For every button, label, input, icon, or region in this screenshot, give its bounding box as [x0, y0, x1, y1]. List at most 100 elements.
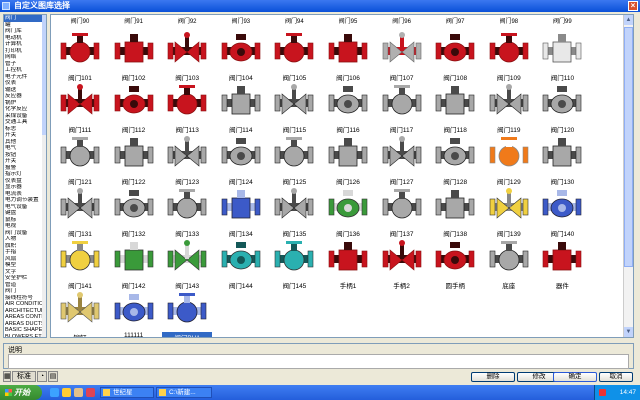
- bottom-toolbar: ▦ 标准 ◔ ▤: [3, 371, 67, 382]
- gallery-item[interactable]: 手柄2: [377, 237, 427, 293]
- category-item[interactable]: BASIC SHAPES: [4, 327, 46, 334]
- desktop-icon[interactable]: [74, 388, 83, 397]
- gallery-item[interactable]: 手柄1: [323, 237, 373, 293]
- gallery-item[interactable]: 阀门142: [109, 237, 159, 293]
- grey-y-valve-icon: [167, 189, 207, 219]
- gallery-item[interactable]: 阀门117: [377, 81, 427, 137]
- gallery-item[interactable]: 阀门114: [216, 81, 266, 137]
- ie-icon[interactable]: [50, 388, 59, 397]
- gallery-item[interactable]: 阀门139: [484, 185, 534, 241]
- teal-valve-icon: [275, 241, 314, 271]
- symbol-gallery[interactable]: 阀门90 阀门91 阀门92 阀门93 阀门94 阀门95 阀门96 阀门97 阀门98 阀门99…: [50, 14, 634, 338]
- ok-button[interactable]: 确定: [553, 372, 597, 382]
- start-button[interactable]: 开始: [0, 385, 42, 400]
- red-cross-valve-icon: [167, 85, 207, 115]
- red-handle-icon: [328, 242, 368, 271]
- gallery-item[interactable]: 阀门122: [109, 133, 159, 189]
- gallery-item[interactable]: 阀门137: [377, 185, 427, 241]
- category-list[interactable]: 阀门罐阀门库 电动机 计算机 打印机 网络 管子 工控机 电子元件 仪表 输送 反应器 锅炉 化学反应采…: [3, 14, 47, 338]
- gallery-item[interactable]: 阀门123: [162, 133, 212, 189]
- gallery-item[interactable]: 阀门105: [269, 29, 319, 85]
- gallery-item[interactable]: 阀门104: [216, 29, 266, 85]
- windows-logo-icon: [5, 389, 12, 396]
- standard-button[interactable]: 标准: [12, 371, 36, 382]
- description-box[interactable]: [8, 354, 629, 369]
- gallery-item[interactable]: 阀门BH1: [162, 289, 213, 337]
- gallery-item[interactable]: 阀门131: [55, 185, 105, 241]
- gallery-item[interactable]: 阀门102: [109, 29, 159, 85]
- gallery-item[interactable]: 阀门136: [323, 185, 373, 241]
- scroll-up-icon[interactable]: ▲: [624, 15, 633, 25]
- gallery-item[interactable]: 阀门113: [162, 81, 212, 137]
- gallery-item[interactable]: 器件: [537, 237, 587, 293]
- gallery-item[interactable]: 阀门103: [162, 29, 212, 85]
- gallery-item[interactable]: 阀门125: [269, 133, 319, 189]
- gallery-item[interactable]: 阀门138: [430, 185, 480, 241]
- gallery-item-label: 铆钉: [55, 332, 105, 337]
- grey-handle-valve-icon: [435, 138, 475, 166]
- gallery-item[interactable]: 阀门115: [269, 81, 319, 137]
- app-quick-icon[interactable]: [86, 388, 95, 397]
- gallery-item[interactable]: 铆钉: [55, 289, 105, 337]
- gallery-item-label: 阀门BH1: [162, 332, 213, 337]
- green-display-valve-icon: [167, 240, 207, 271]
- gallery-item-label: 阀门144: [228, 283, 253, 290]
- gallery-scrollbar[interactable]: ▲ ▼: [623, 15, 633, 337]
- gallery-item[interactable]: 阀门132: [109, 185, 159, 241]
- pie-icon[interactable]: ◔: [37, 371, 47, 382]
- gallery-item[interactable]: 阀门135: [269, 185, 319, 241]
- tray-icon[interactable]: [599, 389, 606, 396]
- gallery-item[interactable]: 阀门129: [484, 133, 534, 189]
- close-icon[interactable]: ×: [628, 1, 638, 11]
- folder-icon[interactable]: [62, 388, 71, 397]
- partial-row-label: 阀门92: [177, 19, 197, 25]
- gallery-item[interactable]: 阀门116: [323, 81, 373, 137]
- system-tray: 14:47: [594, 385, 640, 400]
- gallery-item[interactable]: 阀门133: [162, 185, 212, 241]
- category-item[interactable]: BLOWERS ETC: [4, 334, 46, 338]
- category-item[interactable]: AIR CONDITION: [4, 301, 46, 308]
- gallery-item[interactable]: 阀门107: [377, 29, 427, 85]
- gallery-item[interactable]: 阀门106: [323, 29, 373, 85]
- gallery-item[interactable]: 阀门101: [55, 29, 105, 85]
- gallery-item-label: 手柄1: [339, 283, 357, 290]
- gallery-item[interactable]: 阀门127: [377, 133, 427, 189]
- gallery-item[interactable]: 圆手柄: [430, 237, 480, 293]
- gallery-item[interactable]: 阀门121: [55, 133, 105, 189]
- gallery-item[interactable]: 阀门124: [216, 133, 266, 189]
- category-item[interactable]: AREAS CONTRO: [4, 314, 46, 321]
- grid-icon[interactable]: ▦: [3, 371, 11, 382]
- gallery-item[interactable]: 阀门126: [323, 133, 373, 189]
- scroll-down-icon[interactable]: ▼: [624, 327, 633, 337]
- partial-row-label: 阀门93: [231, 19, 251, 25]
- gallery-item[interactable]: 阀门134: [216, 185, 266, 241]
- gallery-item[interactable]: 阀门128: [430, 133, 480, 189]
- gallery-scroll-thumb[interactable]: [624, 27, 633, 267]
- gallery-item[interactable]: 阀门143: [162, 237, 212, 293]
- delete-button[interactable]: 删除: [471, 372, 515, 382]
- red-globe-valve-icon: [328, 34, 368, 63]
- gallery-item[interactable]: 阀门112: [109, 81, 159, 137]
- cancel-button[interactable]: 取消: [599, 372, 633, 382]
- app-icon: [2, 2, 10, 10]
- gallery-item[interactable]: 底座: [484, 237, 534, 293]
- category-scrollbar[interactable]: [42, 15, 46, 337]
- list-icon[interactable]: ▤: [48, 371, 58, 382]
- gallery-item[interactable]: 阀门108: [430, 29, 480, 85]
- gallery-item[interactable]: 阀门144: [216, 237, 266, 293]
- gallery-item[interactable]: 阀门111: [55, 81, 105, 137]
- gallery-item[interactable]: 阀门130: [537, 133, 587, 189]
- gallery-item[interactable]: 阀门120: [537, 81, 587, 137]
- gallery-item[interactable]: 阀门119: [484, 81, 534, 137]
- category-scroll-thumb[interactable]: [42, 15, 46, 135]
- taskbar-item-app[interactable]: 世纪星: [100, 387, 154, 398]
- gallery-item[interactable]: 阀门141: [55, 237, 105, 293]
- gallery-item[interactable]: 阀门109: [484, 29, 534, 85]
- gallery-item[interactable]: 阀门140: [537, 185, 587, 241]
- gallery-item[interactable]: 阀门118: [430, 81, 480, 137]
- taskbar-item-folder[interactable]: C:\新建...: [156, 387, 212, 398]
- gallery-item[interactable]: 阀门110: [537, 29, 587, 85]
- folder-task-icon: [159, 389, 166, 396]
- gallery-item[interactable]: 阀门145: [269, 237, 319, 293]
- gallery-item[interactable]: 111111: [109, 289, 159, 337]
